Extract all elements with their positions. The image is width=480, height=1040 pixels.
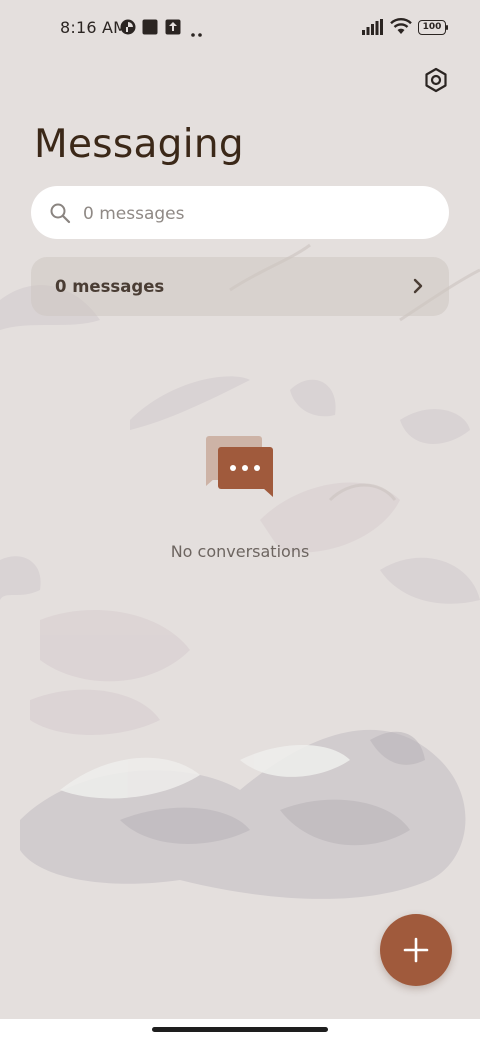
signal-bars-icon — [362, 19, 384, 40]
wifi-icon — [390, 18, 412, 40]
messages-card[interactable]: 0 messages — [31, 257, 449, 316]
upload-notification-icon — [165, 19, 181, 40]
battery-level: 100 — [422, 22, 442, 32]
battery-terminal — [446, 25, 448, 30]
messaging-screen: 8:16 AM 100 Messaging 0 messages 0 messa… — [0, 0, 480, 1040]
messages-card-label: 0 messages — [55, 277, 165, 296]
settings-button[interactable] — [420, 64, 452, 96]
vpn-key-icon — [120, 19, 136, 40]
search-icon — [50, 203, 71, 224]
empty-state-text: No conversations — [170, 542, 310, 561]
square-notification-icon — [142, 19, 158, 40]
chevron-right-icon — [413, 278, 423, 294]
more-dots-icon — [190, 25, 204, 43]
navigation-bar — [0, 1019, 480, 1040]
status-bar: 8:16 AM 100 — [0, 0, 480, 56]
page-title: Messaging — [34, 122, 244, 167]
search-input[interactable] — [81, 186, 425, 241]
home-indicator[interactable] — [152, 1027, 328, 1032]
plus-icon — [403, 937, 429, 963]
chat-bubbles-icon — [206, 436, 273, 497]
status-time: 8:16 AM — [60, 18, 128, 37]
new-conversation-button[interactable] — [380, 914, 452, 986]
search-bar[interactable] — [31, 186, 449, 241]
battery-icon: 100 — [418, 20, 446, 35]
settings-icon — [425, 67, 447, 93]
